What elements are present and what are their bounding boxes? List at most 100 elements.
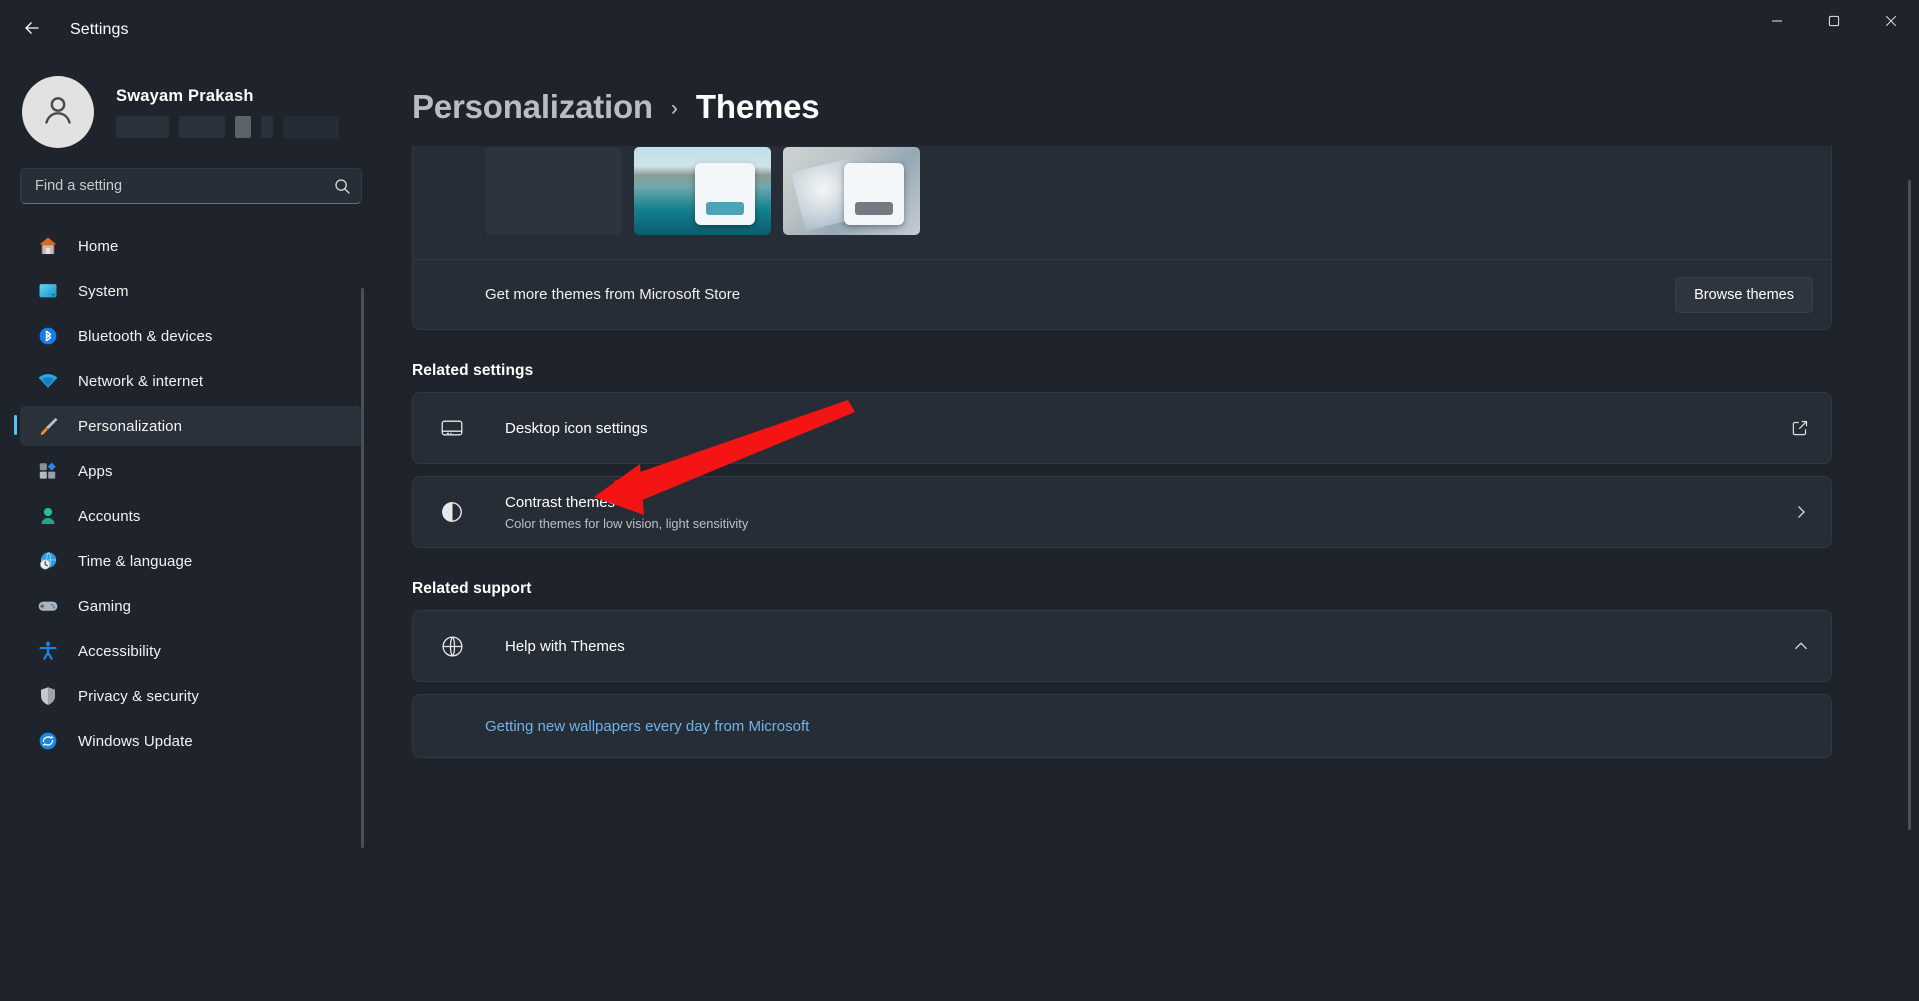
- sidebar-item-label: Network & internet: [78, 373, 203, 390]
- theme-preview-window: [844, 163, 904, 225]
- page-title: Themes: [696, 88, 820, 126]
- redacted-block: [283, 116, 339, 138]
- sidebar-item-label: Time & language: [78, 553, 192, 570]
- breadcrumb-parent[interactable]: Personalization: [412, 88, 653, 126]
- settings-window: Settings: [0, 0, 1919, 1001]
- chevron-up-icon[interactable]: [1793, 638, 1809, 654]
- search-input[interactable]: [35, 178, 333, 194]
- related-settings-heading: Related settings: [412, 362, 1832, 380]
- settings-scroll-area: Get more themes from Microsoft Store Bro…: [382, 146, 1919, 1001]
- account-redacted-info: [116, 116, 339, 138]
- search-icon[interactable]: [333, 178, 351, 195]
- help-with-themes-row[interactable]: Help with Themes: [412, 610, 1832, 682]
- user-avatar-icon: [38, 90, 78, 135]
- sidebar-item-label: Apps: [78, 463, 113, 480]
- sidebar-item-time-language[interactable]: Time & language: [20, 541, 362, 581]
- redacted-block: [261, 116, 273, 138]
- sidebar-item-network[interactable]: Network & internet: [20, 361, 362, 401]
- help-link-wallpapers[interactable]: Getting new wallpapers every day from Mi…: [485, 718, 809, 735]
- sidebar-item-personalization[interactable]: Personalization: [20, 406, 362, 446]
- sidebar-item-windows-update[interactable]: Windows Update: [20, 721, 362, 761]
- sidebar-item-label: Personalization: [78, 418, 182, 435]
- close-button[interactable]: [1862, 0, 1919, 46]
- refresh-icon: [36, 729, 60, 753]
- paintbrush-icon: [36, 414, 60, 438]
- sidebar-item-label: Accounts: [78, 508, 141, 525]
- avatar: [22, 76, 94, 148]
- globe-help-icon: [435, 633, 469, 660]
- sidebar-nav: Home System: [0, 226, 382, 761]
- sidebar-item-home[interactable]: Home: [20, 226, 362, 266]
- breadcrumb-separator-icon: ›: [671, 97, 678, 121]
- back-arrow-icon: [22, 18, 42, 43]
- help-links-card: Getting new wallpapers every day from Mi…: [412, 694, 1832, 758]
- close-icon: [1885, 14, 1897, 32]
- redacted-block: [116, 116, 169, 138]
- main-scrollbar[interactable]: [1908, 180, 1911, 830]
- sidebar-item-accounts[interactable]: Accounts: [20, 496, 362, 536]
- accessibility-icon: [36, 639, 60, 663]
- sidebar-item-accessibility[interactable]: Accessibility: [20, 631, 362, 671]
- settings-list: Get more themes from Microsoft Store Bro…: [412, 146, 1832, 758]
- external-link-icon[interactable]: [1791, 419, 1809, 437]
- contrast-circle-icon: [435, 499, 469, 525]
- theme-thumb-lake[interactable]: [634, 147, 771, 235]
- window-body: Swayam Prakash: [0, 60, 1919, 1001]
- bluetooth-icon: [36, 324, 60, 348]
- row-subtitle: Color themes for low vision, light sensi…: [505, 516, 1793, 531]
- window-controls: [1748, 0, 1919, 46]
- account-text: Swayam Prakash: [116, 87, 339, 138]
- sidebar-item-label: Windows Update: [78, 733, 193, 750]
- sidebar-item-label: Gaming: [78, 598, 131, 615]
- sidebar-scrollbar[interactable]: [361, 288, 364, 848]
- main-content: Personalization › Themes: [382, 60, 1919, 1001]
- clock-globe-icon: [36, 549, 60, 573]
- apps-icon: [36, 459, 60, 483]
- themes-gallery-card: Get more themes from Microsoft Store Bro…: [412, 146, 1832, 330]
- maximize-button[interactable]: [1805, 0, 1862, 46]
- redacted-block: [179, 116, 225, 138]
- get-more-themes-label: Get more themes from Microsoft Store: [485, 286, 1675, 303]
- sidebar-item-system[interactable]: System: [20, 271, 362, 311]
- shield-icon: [36, 684, 60, 708]
- theme-thumb-bloom[interactable]: [783, 147, 920, 235]
- back-button[interactable]: [10, 12, 54, 48]
- row-title: Desktop icon settings: [505, 420, 1791, 437]
- wifi-icon: [36, 369, 60, 393]
- search-box[interactable]: [20, 168, 362, 204]
- desktop-icon-settings-row[interactable]: Desktop icon settings: [412, 392, 1832, 464]
- chevron-right-icon[interactable]: [1793, 504, 1809, 520]
- home-icon: [36, 234, 60, 258]
- sidebar-item-privacy-security[interactable]: Privacy & security: [20, 676, 362, 716]
- redacted-block: [235, 116, 251, 138]
- gamepad-icon: [36, 594, 60, 618]
- system-monitor-icon: [36, 279, 60, 303]
- sidebar-item-label: Privacy & security: [78, 688, 199, 705]
- get-more-themes-row: Get more themes from Microsoft Store Bro…: [413, 259, 1831, 329]
- maximize-icon: [1828, 14, 1840, 32]
- row-title: Contrast themes: [505, 494, 1793, 511]
- minimize-icon: [1771, 14, 1783, 32]
- row-body: Help with Themes: [505, 638, 1793, 655]
- app-title: Settings: [70, 21, 129, 39]
- minimize-button[interactable]: [1748, 0, 1805, 46]
- sidebar-item-bluetooth[interactable]: Bluetooth & devices: [20, 316, 362, 356]
- sidebar: Swayam Prakash: [0, 60, 382, 1001]
- sidebar-item-apps[interactable]: Apps: [20, 451, 362, 491]
- theme-thumb-empty[interactable]: [485, 147, 622, 235]
- theme-thumbnail-row: [413, 147, 1831, 259]
- account-block[interactable]: Swayam Prakash: [0, 64, 382, 160]
- theme-preview-window: [695, 163, 755, 225]
- related-support-heading: Related support: [412, 580, 1832, 598]
- row-body: Contrast themes Color themes for low vis…: [505, 494, 1793, 531]
- contrast-themes-row[interactable]: Contrast themes Color themes for low vis…: [412, 476, 1832, 548]
- sidebar-item-label: Home: [78, 238, 118, 255]
- breadcrumb: Personalization › Themes: [382, 60, 1919, 146]
- desktop-monitor-icon: [435, 415, 469, 441]
- browse-themes-button[interactable]: Browse themes: [1675, 277, 1813, 313]
- row-body: Desktop icon settings: [505, 420, 1791, 437]
- sidebar-item-label: Accessibility: [78, 643, 161, 660]
- row-title: Help with Themes: [505, 638, 1793, 655]
- account-name: Swayam Prakash: [116, 87, 339, 106]
- sidebar-item-gaming[interactable]: Gaming: [20, 586, 362, 626]
